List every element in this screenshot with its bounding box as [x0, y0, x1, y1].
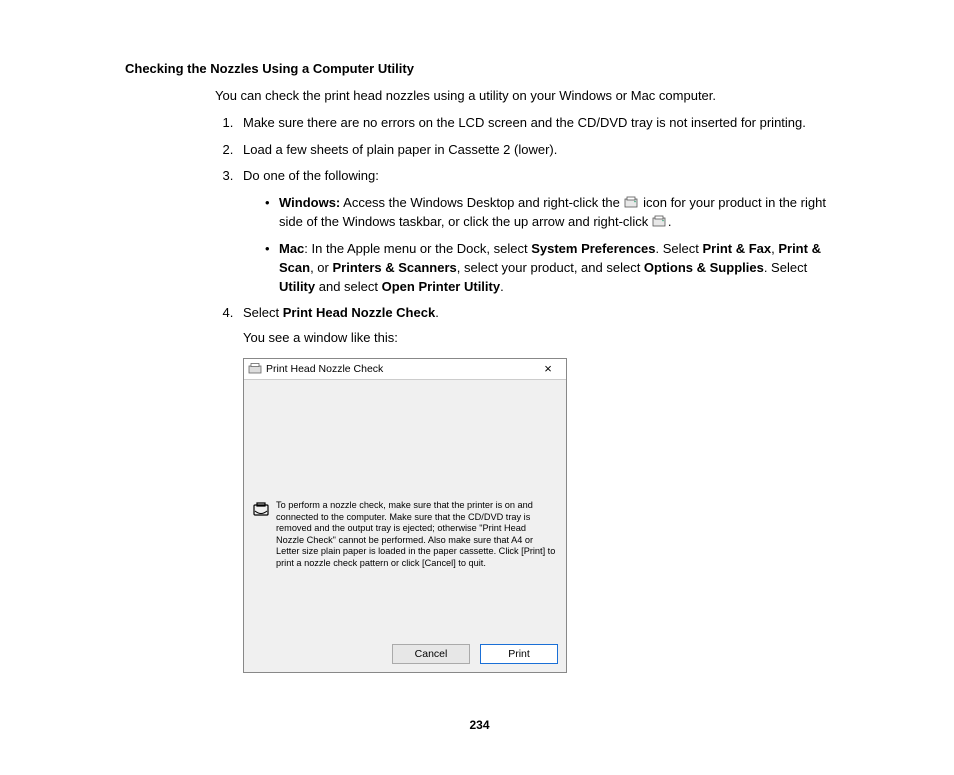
- mac-t4: , or: [310, 260, 332, 275]
- close-icon[interactable]: ×: [534, 360, 562, 378]
- intro-text: You can check the print head nozzles usi…: [215, 87, 834, 106]
- mac-t7: and select: [315, 279, 382, 294]
- substep-windows: Windows: Access the Windows Desktop and …: [265, 194, 834, 232]
- mac-label: Mac: [279, 241, 304, 256]
- dialog-button-row: Cancel Print: [244, 638, 566, 672]
- section-heading: Checking the Nozzles Using a Computer Ut…: [125, 60, 834, 79]
- mac-t2: . Select: [656, 241, 703, 256]
- steps-list: Make sure there are no errors on the LCD…: [215, 114, 834, 673]
- step-3: Do one of the following: Windows: Access…: [237, 167, 834, 296]
- s4a: Select: [243, 305, 283, 320]
- win-t1: Access the Windows Desktop and right-cli…: [340, 195, 623, 210]
- nozzle-info-icon: [252, 501, 270, 569]
- dialog-body: To perform a nozzle check, make sure tha…: [244, 380, 566, 638]
- mac-b2: Print & Fax: [702, 241, 771, 256]
- dialog-title: Print Head Nozzle Check: [266, 362, 534, 377]
- step-4: Select Print Head Nozzle Check. You see …: [237, 304, 834, 673]
- s4-after: You see a window like this:: [243, 329, 834, 348]
- dialog-info-text: To perform a nozzle check, make sure tha…: [276, 500, 556, 569]
- printer-tray-icon: [624, 196, 640, 210]
- dialog-titlebar: Print Head Nozzle Check ×: [244, 359, 566, 380]
- mac-t6: . Select: [764, 260, 807, 275]
- mac-b7: Open Printer Utility: [382, 279, 500, 294]
- windows-label: Windows:: [279, 195, 340, 210]
- step-2: Load a few sheets of plain paper in Cass…: [237, 141, 834, 160]
- page-number: 234: [125, 717, 834, 734]
- win-t3: .: [668, 214, 672, 229]
- step-1: Make sure there are no errors on the LCD…: [237, 114, 834, 133]
- print-button[interactable]: Print: [480, 644, 558, 664]
- mac-t1: : In the Apple menu or the Dock, select: [304, 241, 531, 256]
- mac-b5: Options & Supplies: [644, 260, 764, 275]
- dialog-app-icon: [248, 362, 262, 376]
- mac-b1: System Preferences: [531, 241, 655, 256]
- mac-t8: .: [500, 279, 504, 294]
- mac-t5: , select your product, and select: [457, 260, 644, 275]
- mac-b6: Utility: [279, 279, 315, 294]
- step-3-text: Do one of the following:: [243, 168, 379, 183]
- mac-b4: Printers & Scanners: [332, 260, 456, 275]
- nozzle-check-dialog: Print Head Nozzle Check × To perform a n…: [243, 358, 567, 673]
- s4c: .: [435, 305, 439, 320]
- substep-mac: Mac: In the Apple menu or the Dock, sele…: [265, 240, 834, 297]
- s4b: Print Head Nozzle Check: [283, 305, 435, 320]
- cancel-button[interactable]: Cancel: [392, 644, 470, 664]
- printer-tray-icon-2: [652, 215, 668, 229]
